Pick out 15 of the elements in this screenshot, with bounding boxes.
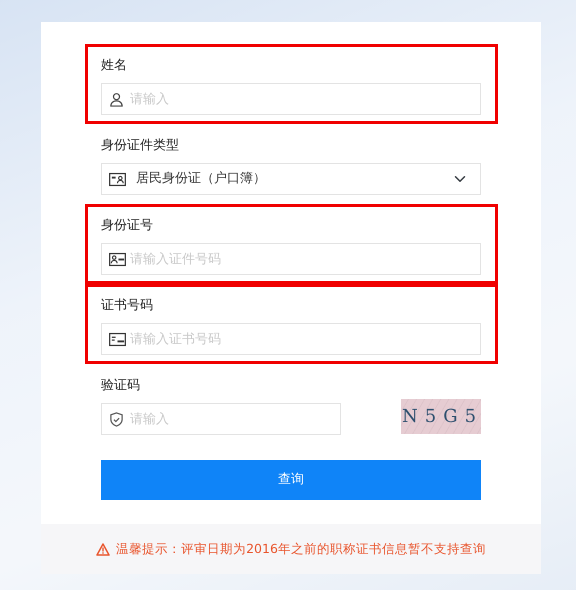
notice-text: 温馨提示：评审日期为2016年之前的职称证书信息暂不支持查询	[116, 540, 486, 558]
shield-icon	[109, 412, 124, 427]
person-icon	[109, 92, 124, 107]
field-label: 姓名	[101, 57, 127, 75]
captcha-image[interactable]: N5G5	[401, 399, 481, 434]
field-label: 身份证号	[101, 217, 153, 235]
field-label: 身份证件类型	[101, 137, 179, 155]
id-card-icon	[109, 252, 126, 267]
select-field[interactable]: 居民身份证（户口簿）	[101, 163, 481, 195]
warning-icon	[96, 542, 110, 556]
certificate-icon	[109, 332, 126, 347]
submit-button[interactable]: 查询	[101, 460, 481, 500]
field-label: 验证码	[101, 377, 140, 395]
field-label: 证书号码	[101, 297, 153, 315]
id-card-icon	[109, 172, 126, 187]
